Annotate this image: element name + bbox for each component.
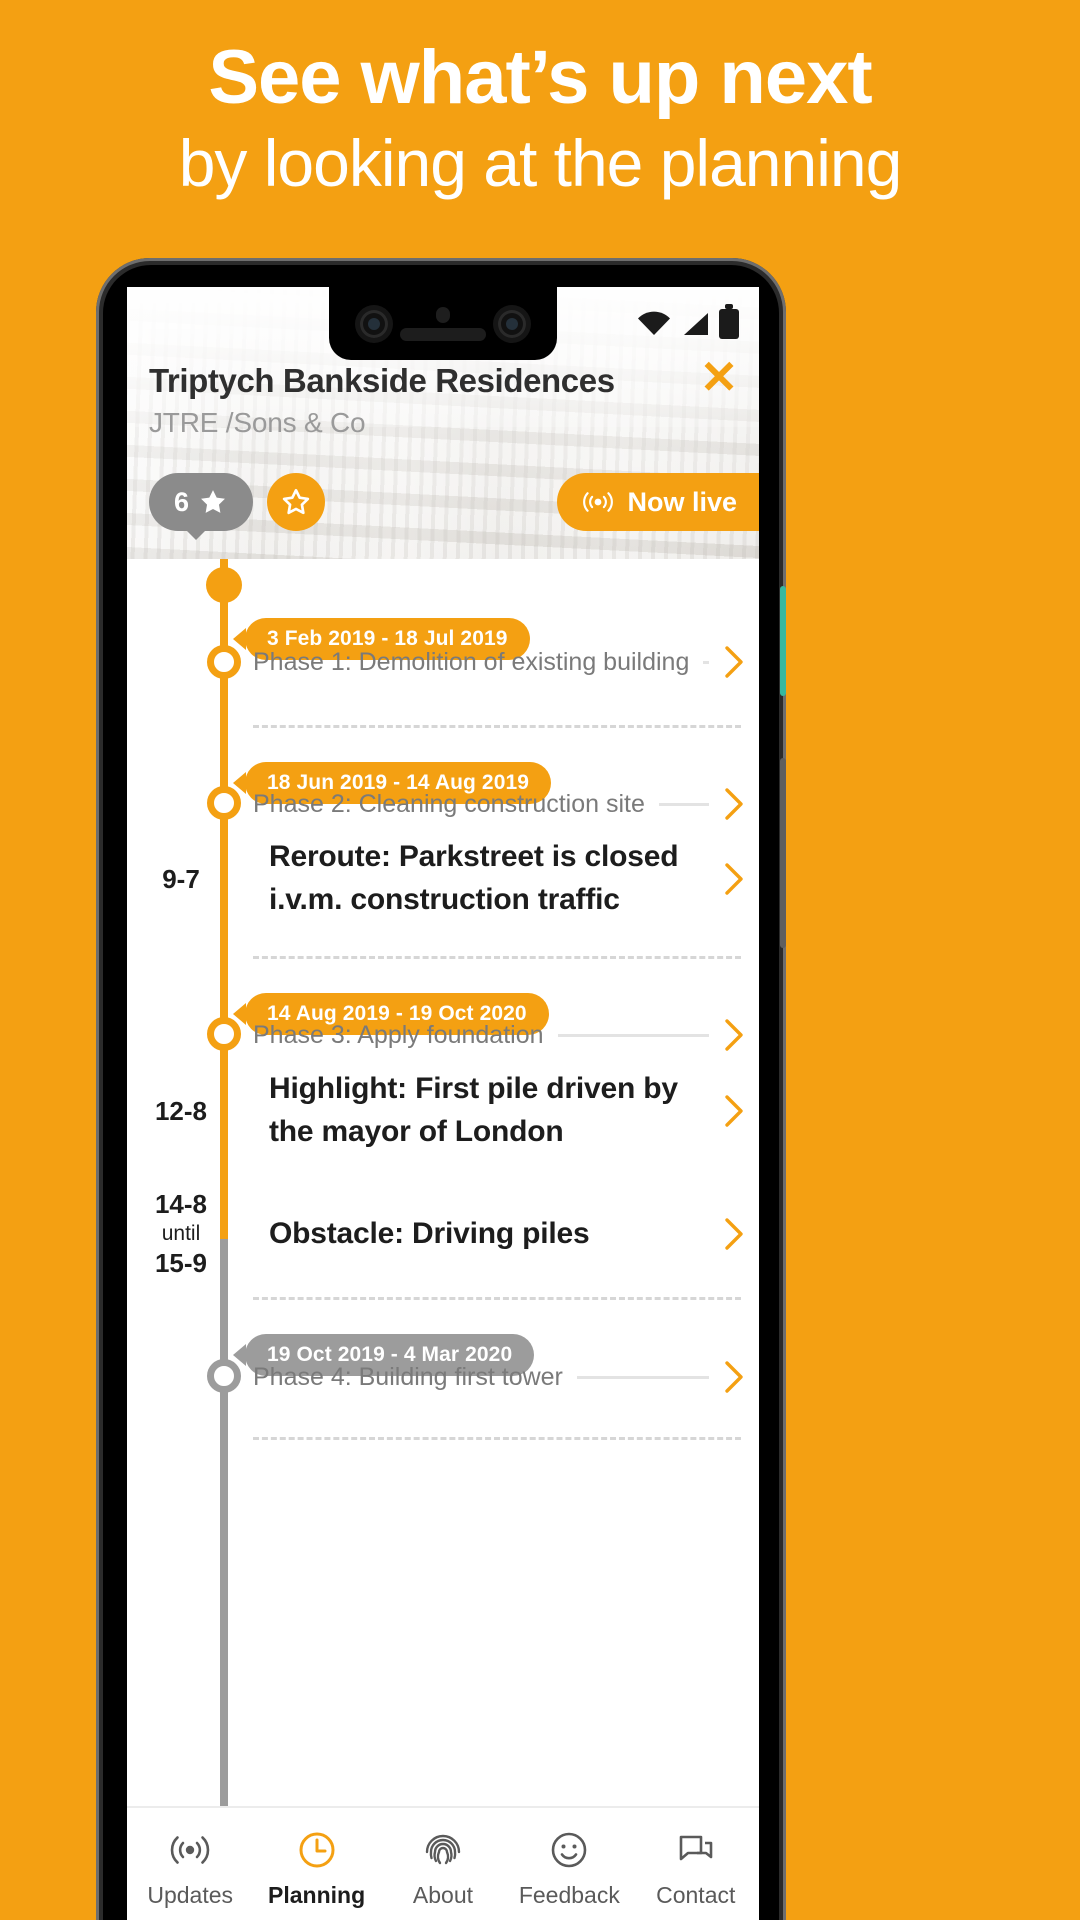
phase-node (207, 645, 241, 679)
chevron-right-icon[interactable] (723, 645, 745, 679)
phase-connector-line (703, 660, 709, 664)
favorite-button[interactable] (267, 473, 325, 531)
phase-row[interactable]: Phase 1: Demolition of existing building (253, 642, 745, 682)
star-filled-icon (201, 490, 225, 513)
phase-label: Phase 2: Cleaning construction site (253, 789, 645, 818)
event-title: Obstacle: Driving piles (269, 1216, 590, 1250)
nav-label: Updates (147, 1882, 234, 1908)
phase-connector-line (658, 802, 709, 806)
chevron-right-icon[interactable] (723, 1360, 745, 1394)
project-developer: JTRE /Sons & Co (149, 407, 366, 438)
bottom-navigation: Updates Planning About Feedback Contact (127, 1806, 759, 1920)
phase-node (207, 786, 241, 820)
phase-row[interactable]: Phase 4: Building first tower (253, 1357, 745, 1397)
timeline-event[interactable]: 12-8 Highlight: First pile driven by the… (127, 1061, 745, 1161)
timeline-event[interactable]: 9-7 Reroute: Parkstreet is closed i.v.m.… (127, 829, 745, 929)
event-date: 12-8 (127, 1095, 235, 1128)
phone-side-button-bottom (780, 758, 786, 948)
star-outline-icon (282, 488, 310, 515)
fingerprint-icon (425, 1834, 461, 1865)
event-date-end: 15-9 (154, 1248, 208, 1279)
rating-badge[interactable]: 6 (149, 473, 253, 540)
section-divider (253, 956, 741, 959)
chevron-right-icon[interactable] (723, 862, 745, 896)
event-title: Highlight: First pile driven by the mayo… (269, 1072, 678, 1148)
event-date-start: 14-8 (154, 1189, 208, 1220)
timeline-start-marker (206, 567, 242, 603)
event-date-start: 12-8 (154, 1095, 208, 1126)
phase-label: Phase 3: Apply foundation (253, 1020, 544, 1049)
phase-label: Phase 1: Demolition of existing building (253, 647, 690, 676)
timeline-rail-inactive (220, 1239, 228, 1806)
phase-connector-line (576, 1375, 709, 1379)
nav-label: Feedback (518, 1882, 620, 1908)
phase-node (207, 1017, 241, 1051)
phase-node (207, 1359, 241, 1393)
chevron-right-icon[interactable] (723, 1094, 745, 1128)
phone-screen: Triptych Bankside Residences JTRE /Sons … (127, 287, 759, 1920)
clock-icon (299, 1832, 335, 1868)
nav-item-updates[interactable]: Updates (130, 1828, 250, 1909)
smiley-icon (552, 1832, 587, 1868)
section-divider (253, 1437, 741, 1440)
nav-item-about[interactable]: About (383, 1828, 503, 1909)
nav-item-contact[interactable]: Contact (636, 1828, 756, 1909)
promo-headline: See what’s up next (208, 35, 872, 120)
rating-count: 6 (173, 486, 190, 517)
event-date: 9-7 (127, 863, 235, 896)
phase-label: Phase 4: Building first tower (253, 1362, 563, 1391)
nav-item-feedback[interactable]: Feedback (509, 1828, 629, 1909)
now-live-label: Now live (627, 486, 737, 517)
event-date-separator: until (161, 1221, 201, 1245)
event-title: Reroute: Parkstreet is closed i.v.m. con… (269, 840, 679, 916)
project-title: Triptych Bankside Residences (149, 362, 615, 399)
promo-subheadline: by looking at the planning (178, 125, 903, 200)
planning-timeline: 3 Feb 2019 - 18 Jul 2019 Phase 1: Demoli… (127, 559, 759, 1806)
cellular-signal-icon (684, 312, 708, 335)
nav-label: Contact (656, 1882, 736, 1908)
promo-banner: See what’s up next by looking at the pla… (0, 0, 1080, 240)
phase-connector-line (557, 1033, 709, 1037)
close-icon[interactable]: ✕ (697, 354, 741, 400)
nav-label: About (412, 1882, 474, 1908)
chevron-right-icon[interactable] (723, 787, 745, 821)
nav-item-planning[interactable]: Planning (257, 1828, 377, 1909)
status-bar (127, 287, 759, 360)
timeline-event[interactable]: 14-8 until 15-9 Obstacle: Driving piles (127, 1179, 745, 1289)
phone-side-button-top (780, 586, 786, 696)
battery-icon (719, 303, 739, 339)
broadcast-icon (170, 1836, 210, 1864)
chat-icon (679, 1835, 713, 1861)
phase-row[interactable]: Phase 3: Apply foundation (253, 1015, 745, 1055)
chevron-right-icon[interactable] (723, 1018, 745, 1052)
event-date: 14-8 until 15-9 (127, 1188, 235, 1279)
chevron-right-icon[interactable] (723, 1217, 745, 1251)
section-divider (253, 1297, 741, 1300)
broadcast-icon (583, 492, 614, 512)
phase-row[interactable]: Phase 2: Cleaning construction site (253, 784, 745, 824)
now-live-badge[interactable]: Now live (557, 473, 759, 531)
section-divider (253, 725, 741, 728)
phone-mockup: Triptych Bankside Residences JTRE /Sons … (96, 258, 786, 1920)
event-date-start: 9-7 (162, 863, 200, 894)
nav-label: Planning (268, 1882, 366, 1908)
wifi-icon (638, 311, 670, 335)
